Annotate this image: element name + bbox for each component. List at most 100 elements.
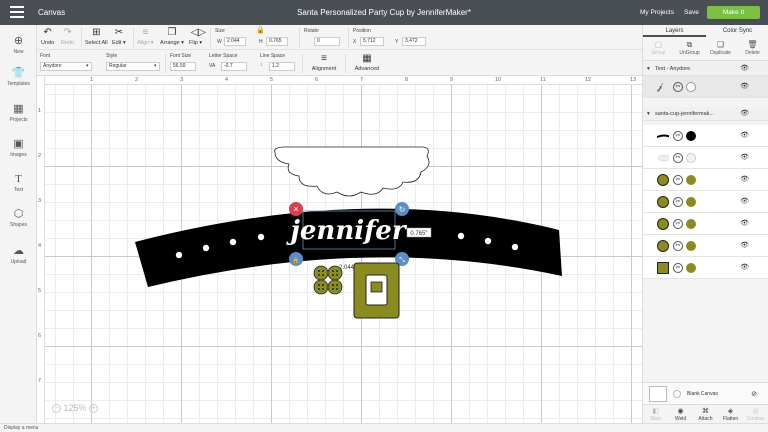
chevron-down-icon[interactable]: ▾ (647, 62, 650, 76)
style-select[interactable]: Regular (106, 62, 160, 71)
layer-row[interactable]: ✂ 👁 (643, 213, 768, 235)
cut-icon[interactable]: ✂ (673, 241, 683, 251)
cut-icon[interactable]: ✂ (673, 82, 683, 92)
eye-icon[interactable]: 👁 (740, 131, 749, 139)
layer-row[interactable]: ✂ 👁 (643, 147, 768, 169)
zoom-out-button[interactable]: − (52, 404, 61, 414)
duplicate-button[interactable]: ❏ Duplicate (705, 40, 736, 56)
tab-layers[interactable]: Layers (643, 25, 706, 37)
align-menu[interactable]: ≡ Align ▾ (137, 28, 154, 47)
weld-button[interactable]: ◉ Weld (668, 407, 693, 422)
line-space-input[interactable]: 1.2 (269, 62, 295, 71)
text-align-icon: ≡ (321, 53, 327, 64)
color-swatch[interactable] (686, 175, 696, 185)
layer-row[interactable]: 𝒿 ✂ 👁 (643, 76, 768, 98)
group-icon: ▢ (654, 40, 663, 49)
redo-button[interactable]: ↷ Redo (61, 28, 74, 47)
letter-space-input[interactable]: -0.7 (221, 62, 247, 71)
save-button[interactable]: Save (684, 9, 699, 16)
color-swatch[interactable] (686, 153, 696, 163)
sidebar-item-images[interactable]: ▣ Images (0, 138, 37, 158)
cut-icon[interactable]: ✂ (673, 219, 683, 229)
design-canvas[interactable]: jennifer × ↻ 🔒 ⤡ 0.765" 2.044" (37, 76, 642, 423)
eye-icon[interactable]: 👁 (740, 175, 749, 183)
sidebar-item-shapes[interactable]: ⬡ Shapes (0, 208, 37, 228)
color-swatch[interactable] (686, 219, 696, 229)
alignment-menu[interactable]: ≡ Alignment (309, 53, 339, 73)
layer-row[interactable]: ✂ 👁 (643, 257, 768, 279)
contour-button[interactable]: ◎ Contour (743, 407, 768, 422)
layer-row[interactable]: ✂ 👁 (643, 235, 768, 257)
eye-icon[interactable]: 👁 (740, 82, 749, 90)
color-swatch[interactable] (686, 263, 696, 273)
select-all-button[interactable]: ⊞ Select All (85, 28, 108, 47)
eye-icon[interactable]: 👁 (740, 263, 749, 271)
slice-button[interactable]: ◧ Slice (643, 407, 668, 422)
eye-off-icon[interactable]: ⊘ (751, 390, 757, 398)
make-it-button[interactable]: Make It (707, 6, 760, 19)
zoom-control: − 125% + (52, 403, 99, 414)
layer-row[interactable]: ✂ 👁 (643, 191, 768, 213)
cut-icon[interactable]: ✂ (673, 263, 683, 273)
flip-menu[interactable]: ◁▷ Flip ▾ (189, 28, 206, 47)
arrange-menu[interactable]: ❐ Arrange ▾ (160, 28, 184, 47)
tab-color-sync[interactable]: Color Sync (706, 25, 768, 37)
sidebar-label: Projects (9, 117, 28, 123)
group-button[interactable]: ▢ Group (643, 40, 674, 56)
delete-button[interactable]: 🗑 Delete (737, 40, 768, 56)
width-input[interactable]: 2.044 (224, 37, 246, 46)
duplicate-label: Duplicate (710, 50, 731, 56)
blank-canvas-row[interactable]: Blank Canvas ⊘ (643, 382, 768, 404)
ruler-tick: 6 (38, 333, 42, 339)
layer-group-text[interactable]: ▾ Text - Anydore 👁 (643, 62, 768, 76)
size-label: Size (215, 28, 225, 34)
eye-icon[interactable]: 👁 (740, 197, 749, 205)
eye-icon[interactable]: 👁 (740, 241, 749, 249)
divider (133, 28, 134, 47)
layer-row[interactable]: ✂ 👁 (643, 125, 768, 147)
ruler-tick: 4 (225, 77, 229, 83)
sidebar-item-projects[interactable]: ▦ Projects (0, 103, 37, 123)
layer-row[interactable]: ✂ 👁 (643, 169, 768, 191)
color-swatch[interactable] (686, 241, 696, 251)
color-swatch[interactable] (686, 82, 696, 92)
flatten-button[interactable]: ◈ Flatten (718, 407, 743, 422)
attach-button[interactable]: ⌘ Attach (693, 407, 718, 422)
undo-button[interactable]: ↶ Undo (41, 28, 54, 47)
color-swatch[interactable] (686, 131, 696, 141)
ruler-tick: 5 (270, 77, 274, 83)
sidebar-item-text[interactable]: T Text (0, 173, 37, 193)
height-input[interactable]: 0.765 (266, 37, 288, 46)
sidebar-item-new[interactable]: ⊕ New (0, 35, 37, 55)
my-projects-button[interactable]: My Projects (640, 9, 674, 16)
zoom-in-button[interactable]: + (89, 404, 99, 414)
advanced-menu[interactable]: ▦ Advanced (352, 54, 382, 73)
eye-icon[interactable]: 👁 (740, 219, 749, 227)
edit-menu[interactable]: ✂ Edit ▾ (112, 28, 126, 47)
sidebar-label: Text (13, 187, 24, 193)
sidebar-item-templates[interactable]: 👕 Templates (0, 67, 37, 87)
cut-icon[interactable]: ✂ (673, 175, 683, 185)
layer-group-santa-cup[interactable]: ▾ santa-cup-jennifermak... 👁 (643, 107, 768, 121)
canvas-color-swatch[interactable] (673, 390, 681, 398)
font-select[interactable]: Anydore (40, 62, 92, 71)
color-swatch[interactable] (686, 197, 696, 207)
lock-ratio-icon[interactable]: 🔒 (256, 26, 265, 34)
edit-label: Edit ▾ (112, 40, 126, 46)
font-size-input[interactable]: 56.59 (170, 62, 196, 71)
y-position-input[interactable]: 3.472 (402, 37, 426, 46)
ungroup-button[interactable]: ⧉ UnGroup (674, 40, 705, 56)
cut-icon[interactable]: ✂ (673, 131, 683, 141)
eye-icon[interactable]: 👁 (740, 62, 749, 76)
eye-icon[interactable]: 👁 (740, 107, 749, 121)
x-position-input[interactable]: 5.712 (360, 37, 384, 46)
rotate-input[interactable]: 0 (314, 37, 340, 46)
sidebar-item-upload[interactable]: ☁ Upload (0, 245, 37, 265)
eye-icon[interactable]: 👁 (740, 153, 749, 161)
arrange-label: Arrange ▾ (160, 40, 184, 46)
cut-icon[interactable]: ✂ (673, 197, 683, 207)
cut-icon[interactable]: ✂ (673, 153, 683, 163)
chevron-down-icon[interactable]: ▾ (647, 107, 650, 121)
hat-fur-shape (274, 146, 430, 197)
layers-panel: Layers Color Sync ▢ Group ⧉ UnGroup ❏ Dupli… (642, 25, 768, 423)
